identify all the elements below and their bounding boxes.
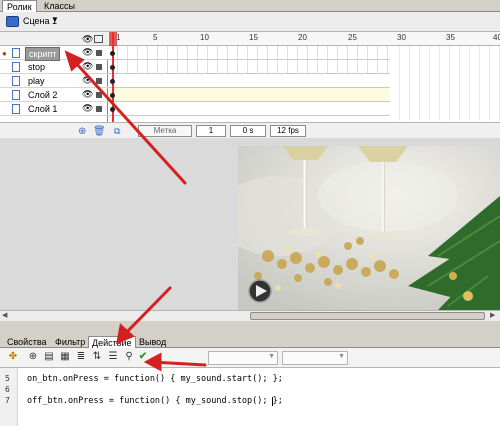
eye-icon[interactable]: 👁 — [82, 75, 93, 86]
layer-name: play — [28, 76, 45, 86]
code-line: off_btn.onPress = function() { my_sound.… — [27, 396, 283, 406]
outline-box-icon[interactable] — [96, 106, 102, 112]
layer-name: stop — [28, 62, 46, 72]
elapsed-time: 0 s — [230, 125, 266, 137]
chevron-down-icon[interactable]: ▼ — [51, 15, 59, 24]
top-tabs: Ролик Классы — [0, 0, 500, 12]
tab-output[interactable]: Вывод — [136, 336, 169, 348]
eye-icon[interactable]: 👁 — [82, 89, 93, 100]
trash-icon[interactable]: 🗑 — [93, 126, 106, 137]
scene-bar: Сцена 1 ▼ — [0, 12, 500, 32]
check-syntax-icon[interactable]: ✔ — [136, 350, 150, 364]
eye-icon[interactable]: 👁 — [82, 34, 93, 45]
outline-box-icon[interactable] — [96, 64, 102, 70]
eye-icon[interactable]: 👁 — [82, 103, 93, 114]
timeline: 👁 ● скрипт 👁 stop 👁 play 👁 Слой 2 👁 Слой… — [0, 32, 500, 145]
eye-icon[interactable]: 👁 — [82, 61, 93, 72]
ruler-label: 30 — [397, 33, 406, 42]
panel-tabs: Свойства Фильтр Действие Вывод — [0, 336, 500, 348]
stage-horizontal-scrollbar[interactable]: ◀ ▶ — [0, 310, 500, 321]
stage-photo — [238, 146, 500, 310]
layer-list: 👁 ● скрипт 👁 stop 👁 play 👁 Слой 2 👁 Слой… — [0, 32, 108, 138]
layer-name: Слой 2 — [28, 90, 58, 100]
keyframe[interactable] — [110, 93, 115, 98]
layer-doc-icon — [12, 104, 20, 114]
keyframe[interactable] — [110, 107, 115, 112]
layer-row-stop[interactable]: stop 👁 — [0, 60, 108, 74]
tab-filter[interactable]: Фильтр — [52, 336, 88, 348]
add-layer-icon[interactable]: ⊕ — [78, 126, 86, 137]
line-number: 7 — [5, 396, 10, 405]
current-frame: 1 — [196, 125, 226, 137]
script-assist-icon[interactable]: ⚲ — [122, 350, 136, 364]
line-number: 6 — [5, 385, 10, 394]
debug-options-icon[interactable]: ☰ — [106, 350, 120, 364]
frame-rate: 12 fps — [270, 125, 306, 137]
tab-movie[interactable]: Ролик — [2, 0, 37, 12]
code-line: on_btn.onPress = function() { my_sound.s… — [27, 374, 283, 384]
ruler-label: 25 — [348, 33, 357, 42]
keyframe[interactable] — [110, 51, 115, 56]
ruler-label: 20 — [298, 33, 307, 42]
show-code-hint-icon[interactable]: ⇅ — [90, 350, 104, 364]
ruler-label: 10 — [200, 33, 209, 42]
layer-row-layer2[interactable]: Слой 2 👁 — [0, 88, 108, 102]
frame-label-field[interactable]: Метка кадра — [138, 125, 192, 145]
syntax-check-icon[interactable]: ▦ — [58, 350, 72, 364]
layer-doc-icon — [12, 76, 20, 86]
ruler-label: 5 — [153, 33, 158, 42]
frame-row[interactable] — [108, 74, 390, 88]
layer-name: скрипт — [25, 47, 61, 61]
frame-ruler: 1 5 10 15 20 25 30 35 40 — [108, 32, 500, 46]
ruler-label: 40 — [493, 33, 500, 42]
text-caret — [272, 397, 273, 406]
layer-row-script[interactable]: ● скрипт 👁 — [0, 46, 108, 61]
script-combo-1[interactable]: ▼ — [208, 351, 278, 365]
add-script-item-icon[interactable]: ✤ — [6, 350, 20, 364]
frame-row[interactable] — [108, 46, 390, 60]
layer-row-layer1[interactable]: Слой 1 👁 — [0, 102, 108, 116]
ruler-label: 15 — [249, 33, 258, 42]
layer-list-footer: ⊕ 🗑 — [0, 122, 108, 138]
layer-name: Слой 1 — [28, 104, 58, 114]
timeline-status-bar: ⧉ Метка кадра 1 0 s 12 fps — [108, 122, 500, 145]
outline-box-icon[interactable] — [96, 50, 102, 56]
scene-icon — [6, 16, 19, 27]
line-number-gutter: 5 6 7 — [0, 368, 18, 426]
script-combo-2[interactable]: ▼ — [282, 351, 348, 365]
auto-format-icon[interactable]: ≣ — [74, 350, 88, 364]
target-path-icon[interactable]: ▤ — [42, 350, 56, 364]
outline-toggle-icon[interactable] — [94, 35, 103, 43]
tab-actions[interactable]: Действие — [88, 336, 136, 348]
keyframe[interactable] — [110, 65, 115, 70]
layer-doc-icon — [12, 48, 20, 58]
pasteboard — [0, 138, 238, 310]
center-frame-icon[interactable]: ⧉ — [114, 126, 120, 137]
scroll-right-icon[interactable]: ▶ — [490, 311, 495, 319]
outline-box-icon[interactable] — [96, 78, 102, 84]
find-icon[interactable]: ⊕ — [26, 350, 40, 364]
layer-doc-icon — [12, 90, 20, 100]
layer-list-header: 👁 — [0, 32, 108, 46]
scrollbar-thumb[interactable] — [250, 312, 485, 320]
line-number: 5 — [5, 374, 10, 383]
actions-toolbar: ✤ ⊕ ▤ ▦ ≣ ⇅ ☰ ⚲ ✔ ▼ ▼ — [0, 348, 500, 368]
tab-properties[interactable]: Свойства — [4, 336, 50, 348]
active-layer-icon: ● — [2, 49, 7, 58]
outline-box-icon[interactable] — [96, 92, 102, 98]
scroll-left-icon[interactable]: ◀ — [2, 311, 7, 319]
layer-row-play[interactable]: play 👁 — [0, 74, 108, 88]
stage-area: ◀ ▶ — [0, 138, 500, 321]
ruler-label: 35 — [446, 33, 455, 42]
frame-row[interactable] — [108, 60, 390, 74]
keyframe[interactable] — [110, 79, 115, 84]
frame-grid — [390, 46, 500, 121]
tab-classes[interactable]: Классы — [40, 0, 79, 12]
eye-icon[interactable]: 👁 — [82, 47, 93, 58]
frame-row[interactable] — [108, 88, 390, 102]
frame-row[interactable] — [108, 102, 390, 116]
layer-doc-icon — [12, 62, 20, 72]
code-editor[interactable]: 5 6 7 on_btn.onPress = function() { my_s… — [0, 368, 500, 426]
